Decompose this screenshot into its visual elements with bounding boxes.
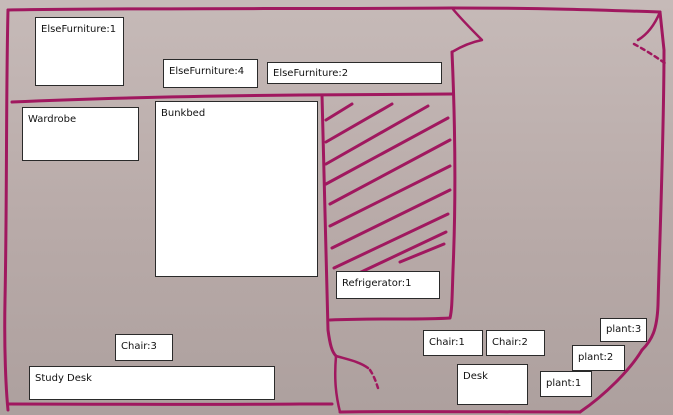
chair-1-label: Chair:1 — [423, 330, 483, 356]
door-right-upper — [636, 10, 662, 42]
outer-wall-left — [3, 8, 10, 412]
wardrobe-label: Wardrobe — [22, 107, 139, 161]
chair-3-label: Chair:3 — [115, 334, 173, 361]
door-top-right — [450, 6, 484, 54]
chair-2-label: Chair:2 — [486, 330, 545, 356]
else-furniture-4-label: ElseFurniture:4 — [163, 59, 258, 88]
hatched-area — [324, 102, 452, 284]
door-bottom-center — [334, 354, 370, 370]
door-bottom-center-dash — [368, 368, 380, 390]
outer-wall-top — [6, 6, 662, 14]
door-right-dash — [632, 42, 668, 66]
refrigerator-1-label: Refrigerator:1 — [336, 271, 440, 299]
else-furniture-1-label: ElseFurniture:1 — [35, 17, 124, 86]
door-bottom-center-swing — [333, 354, 342, 414]
floor-plan-canvas: ElseFurniture:1 ElseFurniture:4 ElseFurn… — [0, 0, 673, 415]
else-furniture-2-label: ElseFurniture:2 — [267, 62, 442, 84]
outer-wall-right — [640, 10, 666, 352]
bunkbed-label: Bunkbed — [155, 101, 318, 277]
plant-3-label: plant:3 — [600, 318, 647, 342]
desk-label: Desk — [457, 364, 528, 405]
plant-2-label: plant:2 — [572, 345, 625, 371]
plant-1-label: plant:1 — [540, 371, 592, 397]
study-desk-label: Study Desk — [29, 366, 275, 400]
